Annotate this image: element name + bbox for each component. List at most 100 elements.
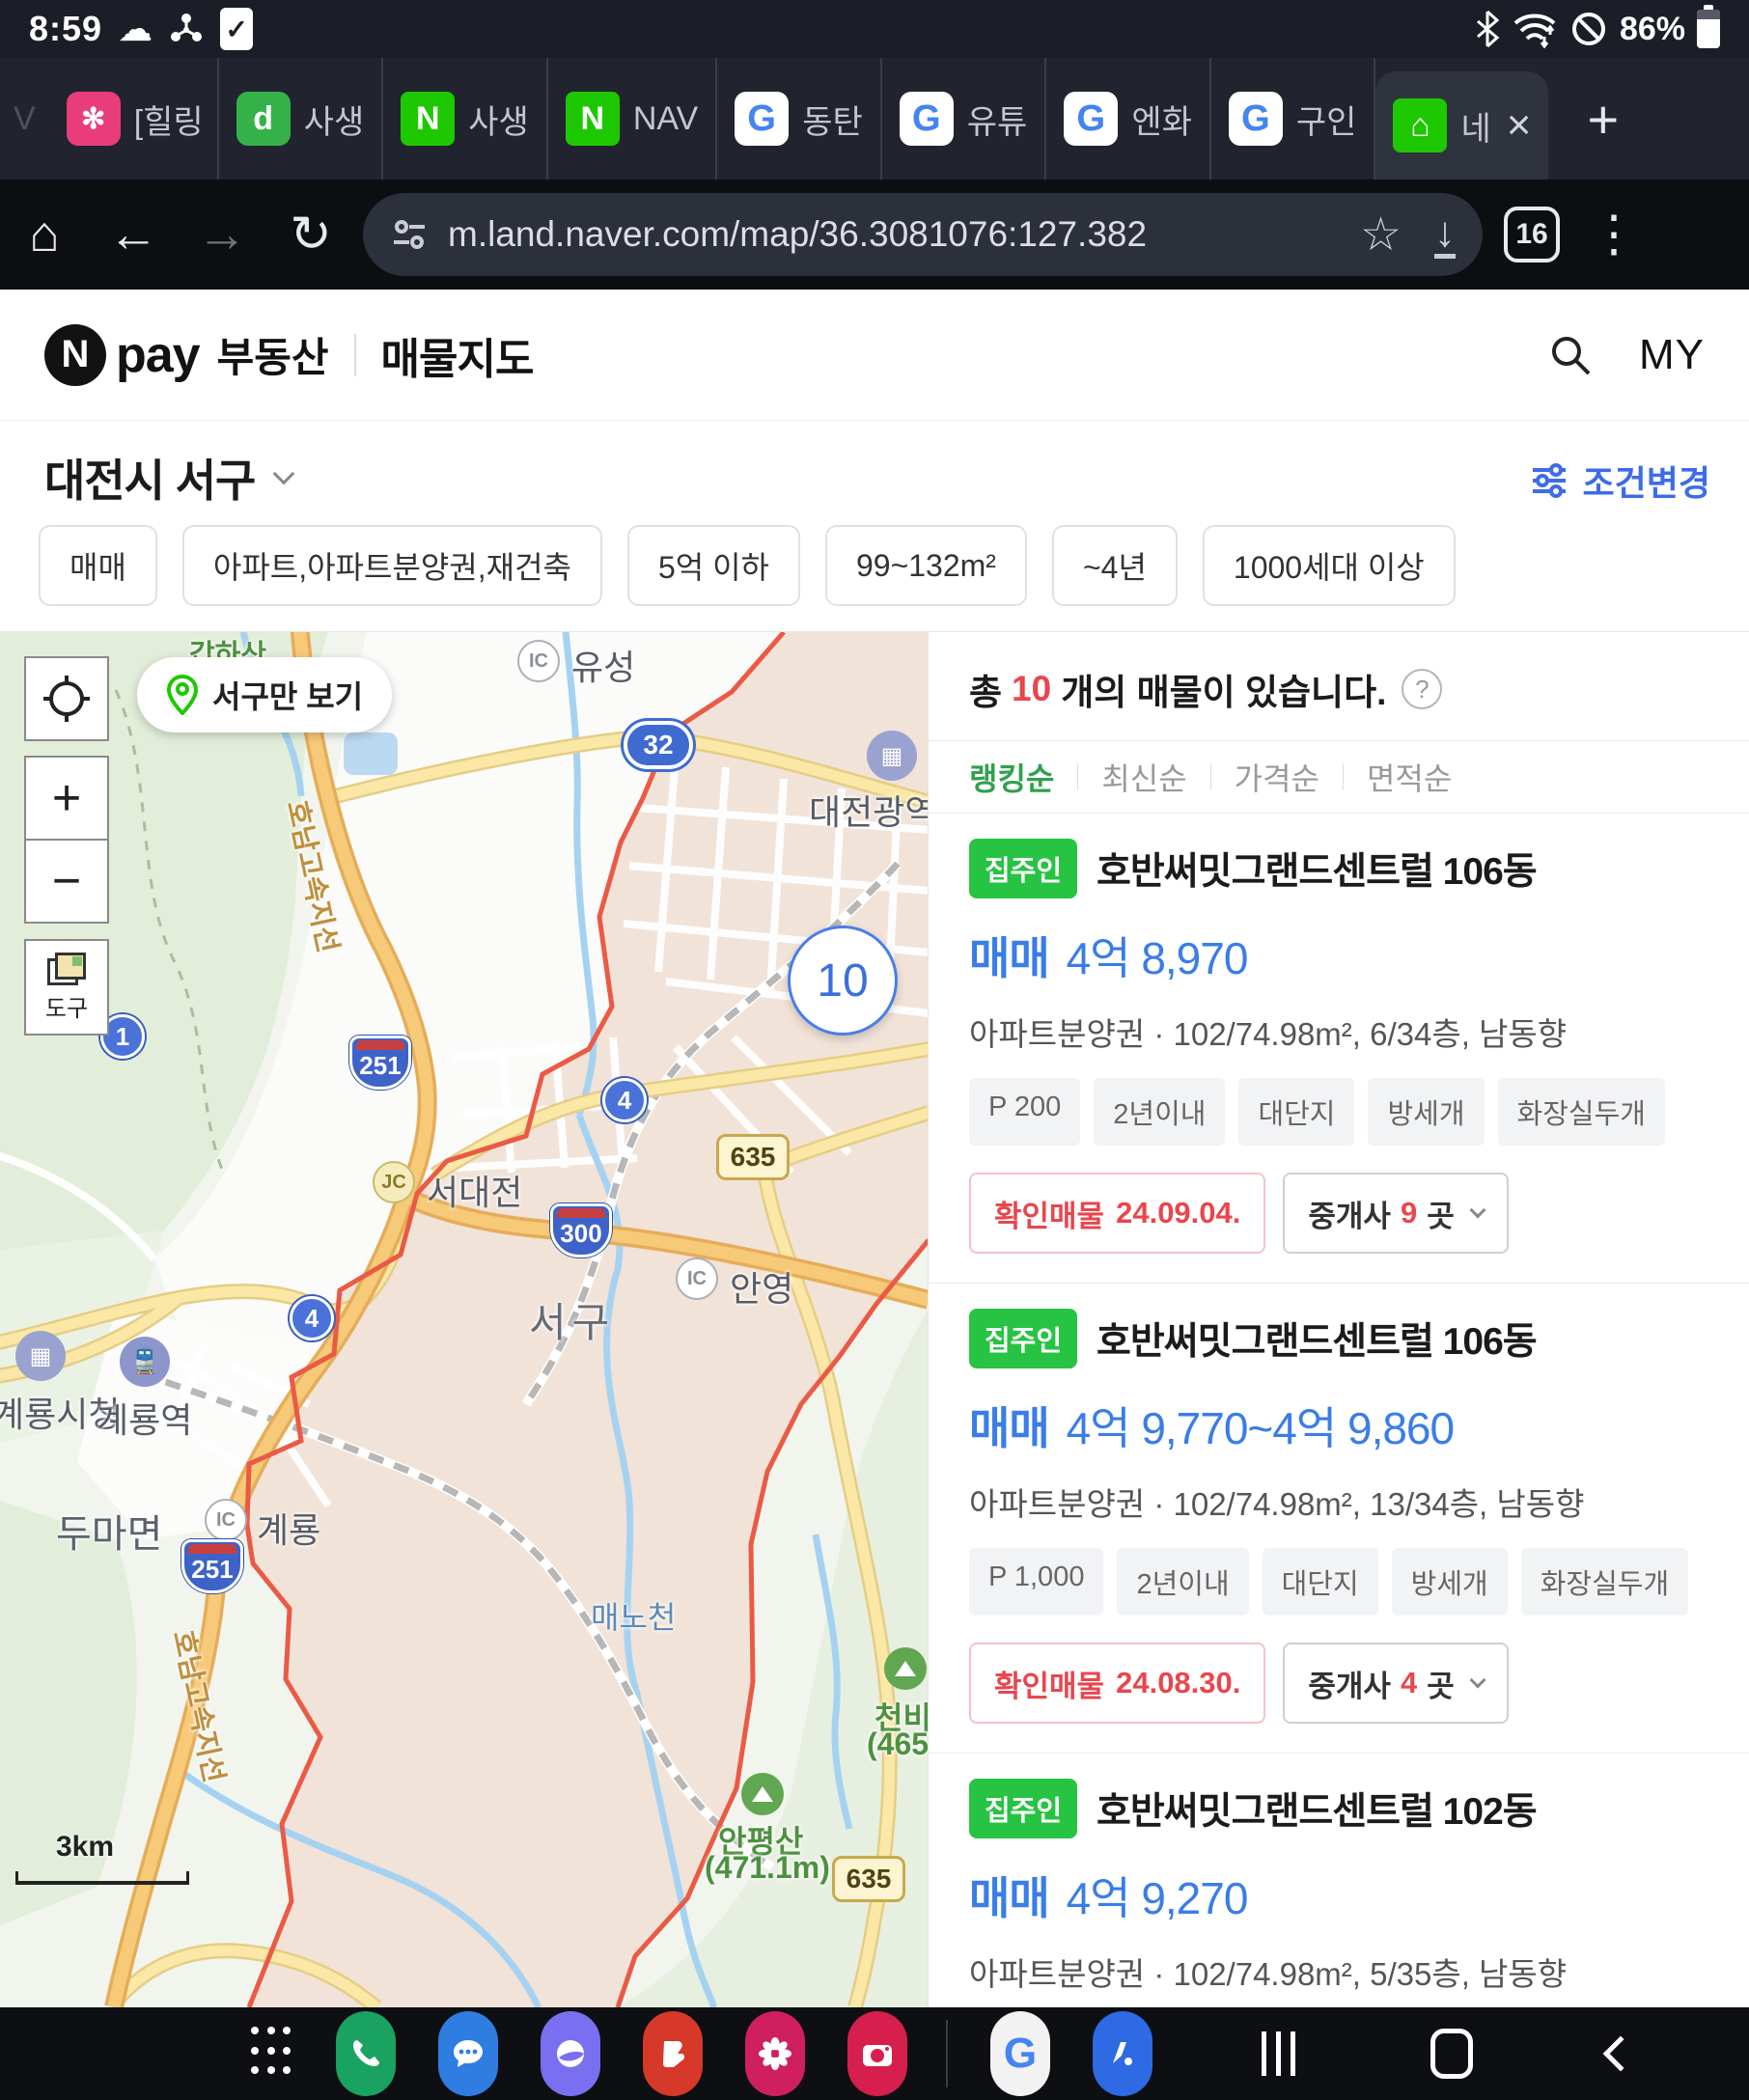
recents-button[interactable] — [1262, 2031, 1295, 2076]
agent-count-button[interactable]: 중개사 9 곳 — [1283, 1173, 1508, 1254]
url-bar[interactable]: m.land.naver.com/map/36.3081076:127.382 … — [363, 193, 1483, 276]
real-estate-section-link[interactable]: 부동산 — [217, 325, 329, 384]
back-button[interactable]: ← — [89, 206, 178, 263]
back-button-android[interactable] — [1603, 2036, 1639, 2072]
sort-options: 랭킹순 최신순 가격순 면적순 — [929, 741, 1749, 813]
refresh-button[interactable]: ↻ — [266, 206, 355, 263]
tab-youtube-search[interactable]: G 유튜 — [882, 58, 1047, 180]
tab-healing[interactable]: ✻ [힐링 — [49, 58, 219, 180]
listing-title[interactable]: 호반써밋그랜드센트럴 106동 — [1097, 1312, 1537, 1366]
pay-logo-text[interactable]: pay — [116, 326, 200, 384]
sort-newest[interactable]: 최신순 — [1101, 755, 1186, 799]
listing-info: 아파트분양권 · 102/74.98m², 13/34층, 남동향 — [969, 1478, 1710, 1525]
owner-badge: 집주인 — [969, 1779, 1077, 1838]
bookmark-star-icon[interactable]: ☆ — [1360, 207, 1402, 262]
map-tools-button[interactable]: 도구 — [24, 939, 109, 1036]
zoom-in-button[interactable]: + — [24, 756, 109, 841]
help-icon[interactable]: ? — [1402, 669, 1442, 709]
route-251-shield: 251 — [181, 1539, 243, 1593]
browser-menu-icon[interactable]: ⋮ — [1569, 206, 1658, 263]
tab-dongtan[interactable]: G 동탄 — [717, 58, 882, 180]
camera-app-icon[interactable] — [847, 2011, 907, 2096]
tab-daum[interactable]: d 사생 — [219, 58, 384, 180]
close-tab-icon[interactable]: × — [1507, 101, 1532, 150]
listing-item[interactable]: 집주인 호반써밋그랜드센트럴 102동 매매4억 9,270 아파트분양권 · … — [929, 1754, 1749, 2007]
download-icon[interactable]: ↓ — [1434, 211, 1456, 259]
place-label-dumamyeon: 두마면 — [56, 1503, 162, 1559]
filter-chip-households[interactable]: 1000세대 이상 — [1203, 525, 1456, 606]
view-seogu-only-button[interactable]: 서구만 보기 — [137, 657, 392, 732]
map-scale-bar — [15, 1871, 189, 1885]
listing-title[interactable]: 호반써밋그랜드센트럴 106동 — [1097, 842, 1537, 896]
tab-naver[interactable]: N NAV — [548, 58, 717, 180]
owner-badge: 집주인 — [969, 839, 1077, 898]
tab-label: 유튜 — [967, 96, 1028, 143]
filter-chip-trade-type[interactable]: 매매 — [39, 525, 157, 606]
browser-tab-strip: V ✻ [힐링 d 사생 N 사생 N NAV G 동탄 G 유튜 G 엔화 G… — [0, 58, 1749, 180]
naver-pay-logo-icon[interactable]: N — [44, 324, 106, 386]
divider — [1077, 763, 1078, 790]
forward-button[interactable]: → — [178, 206, 266, 263]
tab-yen-search[interactable]: G 엔화 — [1046, 58, 1211, 180]
confirm-label: 확인매물 — [994, 1662, 1104, 1705]
interchange-icon: IC — [517, 640, 560, 682]
my-menu-link[interactable]: MY — [1639, 331, 1705, 379]
listing-cluster-marker[interactable]: 10 — [788, 926, 898, 1036]
search-icon[interactable] — [1548, 333, 1593, 377]
tab-naver-cafe[interactable]: N 사생 — [383, 58, 548, 180]
sort-ranking[interactable]: 랭킹순 — [969, 755, 1054, 799]
new-tab-button[interactable]: + — [1587, 88, 1619, 151]
app-drawer-icon[interactable] — [251, 2027, 293, 2081]
page-info-icon[interactable] — [390, 215, 429, 254]
route-4-shield: 4 — [290, 1296, 334, 1340]
confirm-date: 24.09.04. — [1116, 1196, 1240, 1230]
google-app-icon[interactable]: G — [990, 2011, 1050, 2096]
messages-app-icon[interactable] — [438, 2011, 498, 2096]
naver-blue-app-icon[interactable] — [1093, 2011, 1152, 2096]
gallery-flower-app-icon[interactable] — [745, 2011, 805, 2096]
tag: 2년이내 — [1117, 1548, 1248, 1616]
map-canvas[interactable]: 갑하산 (468.7m) IC 유성 32 ▦ 대전광역시 1 251 4 JC… — [0, 632, 929, 2007]
sort-area[interactable]: 면적순 — [1367, 755, 1452, 799]
tab-job-search[interactable]: G 구인 — [1211, 58, 1376, 180]
filter-chip-age[interactable]: ~4년 — [1052, 525, 1178, 606]
bluetooth-icon — [1475, 10, 1500, 48]
main-content: 갑하산 (468.7m) IC 유성 32 ▦ 대전광역시 1 251 4 JC… — [0, 632, 1749, 2007]
phone-app-icon[interactable] — [336, 2011, 396, 2096]
google-favicon-icon: G — [900, 92, 954, 146]
listing-price: 4억 8,970 — [1067, 933, 1248, 983]
listing-item[interactable]: 집주인 호반써밋그랜드센트럴 106동 매매4억 9,770~4억 9,860 … — [929, 1284, 1749, 1724]
partial-tab[interactable]: V — [0, 100, 49, 138]
agent-count-button[interactable]: 중개사 4 곳 — [1283, 1643, 1508, 1724]
listing-item[interactable]: 집주인 호반써밋그랜드센트럴 106동 매매4억 8,970 아파트분양권 · … — [929, 814, 1749, 1254]
google-favicon-icon: G — [1064, 92, 1118, 146]
place-label-yuseong: 유성 — [571, 640, 635, 690]
tab-label: 엔화 — [1131, 96, 1192, 143]
region-selector[interactable]: 대전시 서구 — [44, 446, 292, 510]
map-scale-label: 3km — [56, 1831, 114, 1864]
clock: 8:59 — [29, 9, 102, 49]
tune-icon — [1529, 460, 1569, 501]
zoom-out-button[interactable]: − — [24, 839, 109, 924]
place-label-station: 계룡역 — [97, 1393, 192, 1443]
checkbox-notification-icon: ✓ — [220, 8, 253, 50]
my-location-button[interactable] — [24, 656, 109, 741]
home-button[interactable]: ⌂ — [0, 206, 89, 263]
listing-title[interactable]: 호반써밋그랜드센트럴 102동 — [1097, 1782, 1537, 1836]
filter-chip-property-type[interactable]: 아파트,아파트분양권,재건축 — [182, 525, 602, 606]
tab-naver-land-active[interactable]: ⌂ 네 × — [1375, 71, 1548, 180]
filter-chip-area[interactable]: 99~132m² — [825, 525, 1027, 606]
red-app-icon[interactable] — [643, 2011, 703, 2096]
sort-price[interactable]: 가격순 — [1235, 755, 1319, 799]
tab-count-button[interactable]: 16 — [1504, 207, 1560, 262]
trade-type: 매매 — [969, 1403, 1049, 1453]
filter-chip-price[interactable]: 5억 이하 — [627, 525, 800, 606]
battery-icon — [1697, 10, 1720, 48]
change-conditions-button[interactable]: 조건변경 — [1529, 456, 1710, 506]
place-label-anyeong: 안영 — [730, 1261, 793, 1312]
confirmed-listing-badge: 확인매물 24.09.04. — [969, 1173, 1265, 1254]
home-button-android[interactable] — [1430, 2029, 1473, 2079]
samsung-internet-app-icon[interactable] — [541, 2011, 600, 2096]
filter-area: 대전시 서구 조건변경 매매 아파트,아파트분양권,재건축 5억 이하 99~1… — [0, 421, 1749, 632]
junction-icon: JC — [373, 1161, 415, 1203]
